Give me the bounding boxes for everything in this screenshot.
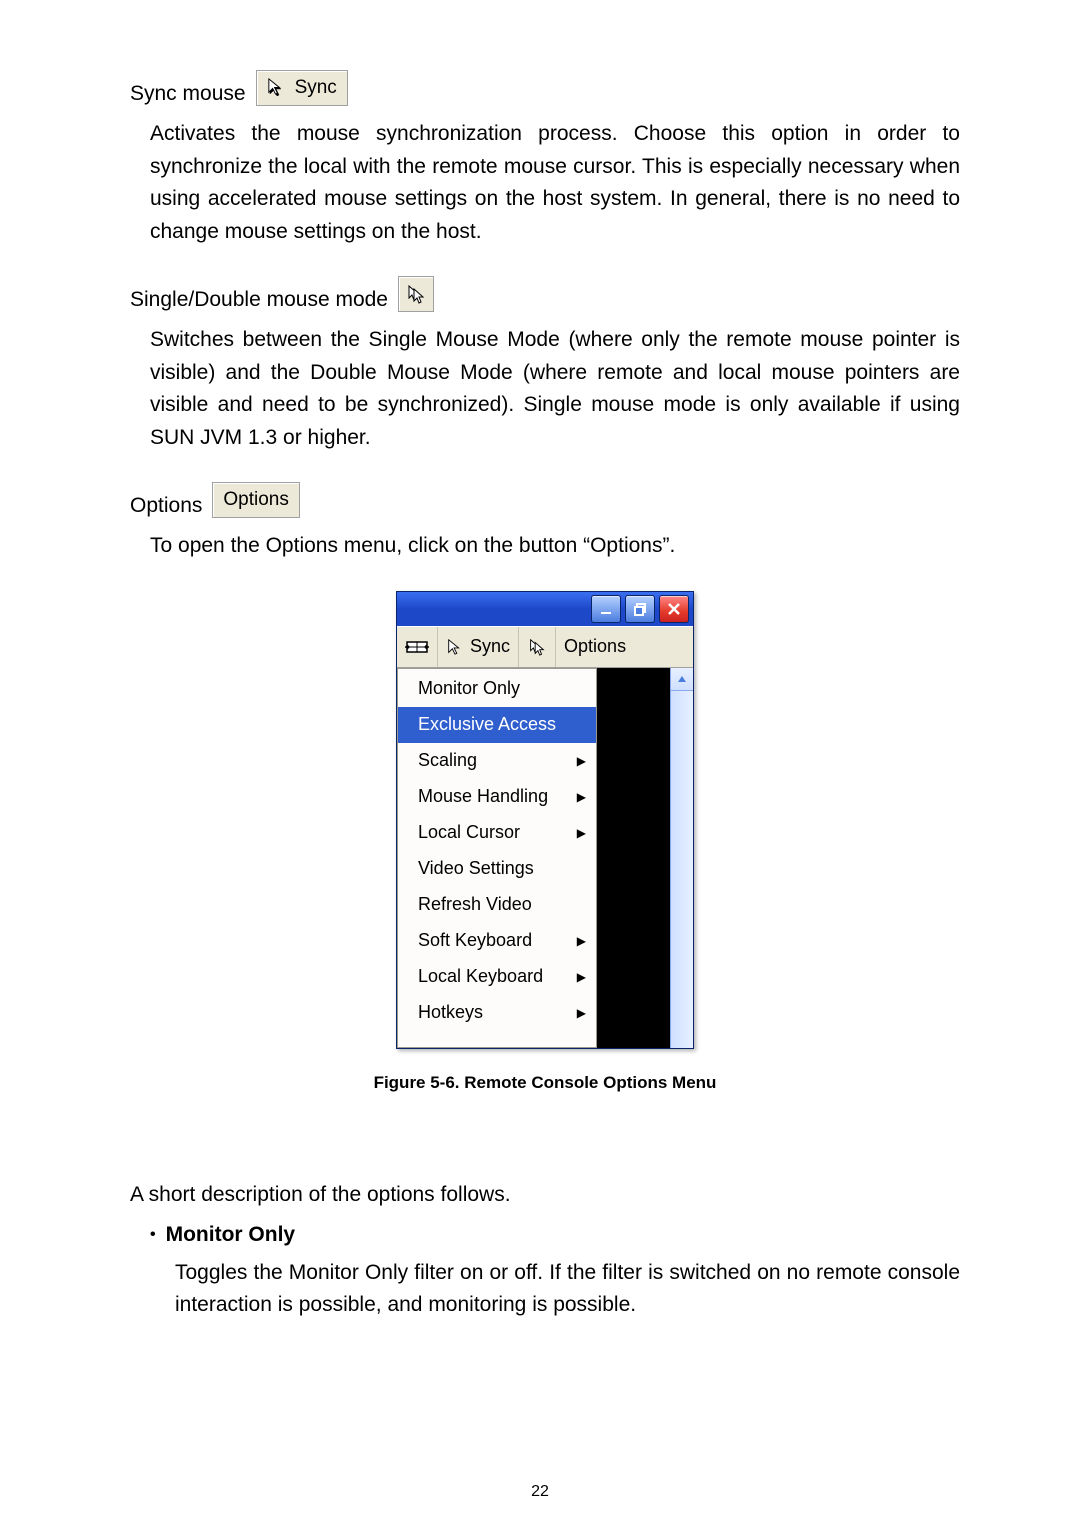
monitor-only-heading: Monitor Only <box>166 1223 296 1247</box>
options-menu-item[interactable]: Local Cursor ▶ <box>398 815 596 851</box>
options-menu-item[interactable]: Scaling ▶ <box>398 743 596 779</box>
remote-console-window: Sync Options Monitor Only Exclusive Acces… <box>396 591 694 1049</box>
toolbar-options-label: Options <box>564 636 626 657</box>
options-label: Options <box>130 494 202 518</box>
mouse-mode-button[interactable] <box>519 627 556 667</box>
sync-button-text: Sync <box>295 77 337 99</box>
cursor-sync-icon <box>446 638 464 656</box>
toolbar-sync-label: Sync <box>470 636 510 657</box>
mouse-mode-description: Switches between the Single Mouse Mode (… <box>130 324 960 454</box>
page-number: 22 <box>0 1483 1080 1501</box>
options-menu-item[interactable]: Local Keyboard ▶ <box>398 959 596 995</box>
submenu-arrow-icon: ▶ <box>577 934 586 948</box>
options-menu-item[interactable]: Monitor Only <box>398 671 596 707</box>
submenu-arrow-icon: ▶ <box>577 754 586 768</box>
submenu-arrow-icon: ▶ <box>577 1006 586 1020</box>
menu-item-label: Exclusive Access <box>418 714 556 735</box>
options-menu-item[interactable]: Hotkeys ▶ <box>398 995 596 1031</box>
menu-item-label: Refresh Video <box>418 894 532 915</box>
options-follows-text: A short description of the options follo… <box>130 1183 960 1207</box>
minimize-button[interactable] <box>591 595 621 623</box>
menu-item-label: Monitor Only <box>418 678 520 699</box>
menu-item-label: Local Keyboard <box>418 966 543 987</box>
figure-caption: Figure 5-6. Remote Console Options Menu <box>374 1073 717 1093</box>
options-menu-item[interactable]: Video Settings <box>398 851 596 887</box>
window-titlebar <box>397 592 693 626</box>
remote-console-toolbar: Sync Options <box>397 626 693 668</box>
mouse-mode-button-sample <box>398 276 434 312</box>
submenu-arrow-icon: ▶ <box>577 790 586 804</box>
monitor-only-description: Toggles the Monitor Only filter on or of… <box>130 1257 960 1322</box>
options-description: To open the Options menu, click on the b… <box>130 530 960 563</box>
close-button[interactable] <box>659 595 689 623</box>
options-menu-item[interactable]: Exclusive Access <box>398 707 596 743</box>
sync-mouse-button[interactable]: Sync <box>438 627 519 667</box>
drive-redirect-button[interactable] <box>397 627 438 667</box>
menu-item-label: Video Settings <box>418 858 534 879</box>
options-menu: Monitor OnlyExclusive AccessScaling▶Mous… <box>397 668 597 1048</box>
menu-item-label: Scaling <box>418 750 477 771</box>
menu-item-label: Local Cursor <box>418 822 520 843</box>
submenu-arrow-icon: ▶ <box>577 826 586 840</box>
sync-mouse-description: Activates the mouse synchronization proc… <box>130 118 960 248</box>
options-button-sample: Options <box>212 482 299 518</box>
cursor-sync-icon <box>267 78 287 98</box>
options-menu-item[interactable]: Soft Keyboard ▶ <box>398 923 596 959</box>
mouse-mode-label: Single/Double mouse mode <box>130 288 388 312</box>
options-button-text: Options <box>223 489 288 511</box>
options-button[interactable]: Options <box>556 627 693 667</box>
menu-item-label: Mouse Handling <box>418 786 548 807</box>
remote-screen-area <box>597 668 693 1048</box>
options-menu-item[interactable]: Mouse Handling ▶ <box>398 779 596 815</box>
sync-mouse-button-sample: Sync <box>256 70 348 106</box>
bullet-icon: • <box>150 1226 156 1244</box>
cursor-double-icon <box>527 637 547 657</box>
sync-mouse-label: Sync mouse <box>130 82 246 106</box>
menu-item-label: Hotkeys <box>418 1002 483 1023</box>
restore-button[interactable] <box>625 595 655 623</box>
scroll-up-button[interactable] <box>671 668 693 691</box>
vertical-scrollbar[interactable] <box>670 668 693 1048</box>
menu-item-label: Soft Keyboard <box>418 930 532 951</box>
cursor-double-icon <box>405 283 427 305</box>
options-menu-item[interactable]: Refresh Video <box>398 887 596 923</box>
submenu-arrow-icon: ▶ <box>577 970 586 984</box>
